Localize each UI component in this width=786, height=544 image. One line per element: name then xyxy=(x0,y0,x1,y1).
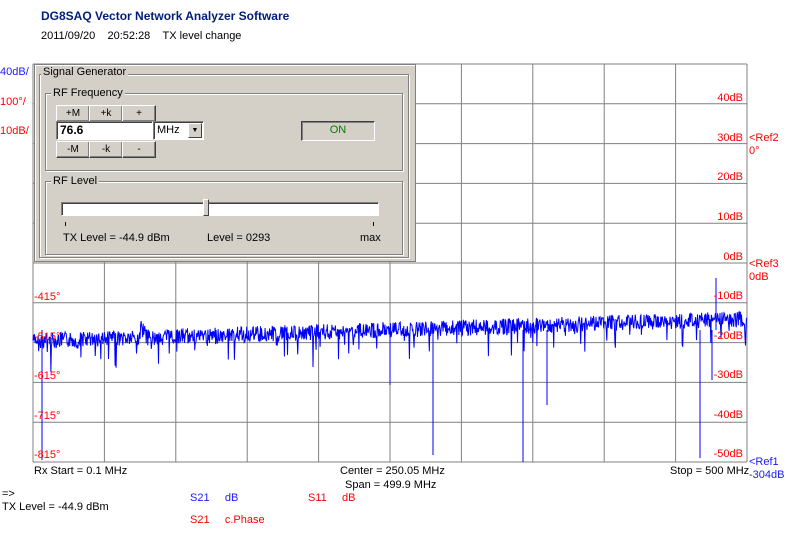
span: Span = 499.9 MHz xyxy=(345,479,437,491)
rf-on-button[interactable]: ON xyxy=(301,121,375,141)
legend-s11-db[interactable]: S11 dB xyxy=(308,492,356,504)
frequency-unit-select[interactable]: MHz ▼ xyxy=(153,121,204,140)
legend-s21-phase[interactable]: S21 c.Phase xyxy=(190,514,265,526)
db-tick-label: -20dB xyxy=(713,330,743,342)
rf-level-slider-thumb[interactable] xyxy=(202,199,209,216)
rf-level-title: RF Level xyxy=(51,175,100,187)
freq-up-khz-button[interactable]: +k xyxy=(89,105,123,122)
signal-generator-title: Signal Generator xyxy=(41,66,129,78)
freq-up-mhz-button[interactable]: +M xyxy=(56,105,90,122)
arrow-indicator: => xyxy=(2,488,15,500)
scale-phase-label: 100°/ xyxy=(0,96,26,108)
freq-down-mhz-button[interactable]: -M xyxy=(56,141,90,158)
db-tick-label: 40dB xyxy=(717,92,743,104)
db-tick-label: 10dB xyxy=(717,211,743,223)
signal-generator-panel: Signal Generator RF Frequency +M +k + 76… xyxy=(34,64,416,262)
phase-tick-label: -715° xyxy=(34,410,61,422)
rf-frequency-title: RF Frequency xyxy=(51,87,125,99)
ref3-value: 0dB xyxy=(749,271,769,283)
legend-param: S11 xyxy=(308,492,327,504)
db-tick-label: -10dB xyxy=(713,290,743,302)
ref2-value: 0° xyxy=(749,145,760,157)
center-frequency: Center = 250.05 MHz xyxy=(340,465,445,477)
legend-s21-db[interactable]: S21 dB xyxy=(190,492,238,504)
date: 2011/09/20 xyxy=(41,30,96,42)
db-tick-label: -30dB xyxy=(713,369,743,381)
slider-tick-min xyxy=(65,222,66,226)
db-tick-label: 30dB xyxy=(717,132,743,144)
phase-tick-label: -615° xyxy=(34,370,61,382)
slider-tick-max xyxy=(373,222,374,226)
app-title: DG8SAQ Vector Network Analyzer Software xyxy=(41,9,290,23)
chevron-down-icon[interactable]: ▼ xyxy=(188,123,202,138)
phase-tick-label: -415° xyxy=(34,291,61,303)
ref3-marker: <Ref3 0dB xyxy=(749,258,779,284)
tx-level-status: TX Level = -44.9 dBm xyxy=(2,501,109,513)
legend-unit: dB xyxy=(224,492,239,504)
scale-db2-label: 10dB/ xyxy=(0,125,29,137)
phase-tick-label: -815° xyxy=(34,449,61,461)
ref1-name: <Ref1 xyxy=(749,456,779,468)
db-tick-label: -40dB xyxy=(713,409,743,421)
frequency-unit-value: MHz xyxy=(157,124,180,136)
rf-level-max-label: max xyxy=(360,232,381,244)
freq-up-hz-button[interactable]: + xyxy=(122,105,156,122)
rf-level-value: Level = 0293 xyxy=(207,232,271,244)
frequency-input[interactable]: 76.6 xyxy=(56,121,153,140)
ref1-value: -304dB xyxy=(749,469,785,481)
rx-start: Rx Start = 0.1 MHz xyxy=(34,465,128,477)
legend-param: S21 xyxy=(190,492,210,504)
db-tick-label: -50dB xyxy=(713,448,743,460)
ref3-name: <Ref3 xyxy=(749,258,779,270)
db-tick-label: 0dB xyxy=(723,251,743,263)
ref1-marker: <Ref1 -304dB xyxy=(749,456,784,482)
legend-unit: dB xyxy=(342,492,356,504)
scale-db-label: 40dB/ xyxy=(0,66,29,78)
note: TX level change xyxy=(162,30,242,42)
freq-down-khz-button[interactable]: -k xyxy=(89,141,123,158)
rf-level-slider[interactable] xyxy=(61,202,379,216)
rf-tx-level-label: TX Level = -44.9 dBm xyxy=(63,232,170,244)
freq-down-hz-button[interactable]: - xyxy=(122,141,156,158)
stop-frequency: Stop = 500 MHz xyxy=(670,465,750,477)
legend-param: S21 xyxy=(190,514,210,526)
time: 20:52:28 xyxy=(107,30,151,42)
phase-tick-label: -515° xyxy=(34,331,61,343)
legend-unit: c.Phase xyxy=(224,514,265,526)
timestamp-line: 2011/09/20 20:52:28 TX level change xyxy=(41,30,241,42)
ref2-marker: <Ref2 0° xyxy=(749,132,779,158)
ref2-name: <Ref2 xyxy=(749,132,779,144)
db-tick-label: 20dB xyxy=(717,171,743,183)
